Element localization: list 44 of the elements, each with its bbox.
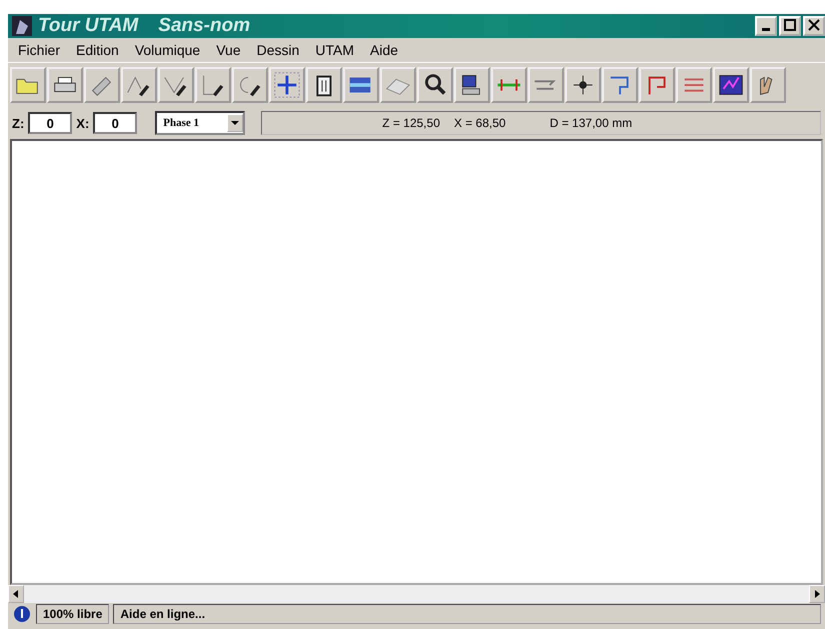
close-icon <box>808 19 820 31</box>
scroll-right-button[interactable] <box>809 585 825 603</box>
menu-item[interactable]: Edition <box>70 41 125 59</box>
move-icon[interactable] <box>269 67 305 103</box>
dimension-icon[interactable] <box>491 67 527 103</box>
profile-icon[interactable] <box>602 67 638 103</box>
app-icon <box>12 16 32 36</box>
menu-item[interactable]: Dessin <box>250 41 306 59</box>
field-label: X: <box>76 116 90 130</box>
menu-item[interactable]: Fichier <box>12 41 66 59</box>
maximize-button[interactable] <box>779 16 801 36</box>
stack-icon[interactable] <box>676 67 712 103</box>
minimize-icon <box>762 28 770 31</box>
minimize-button[interactable] <box>755 16 777 36</box>
memory-status: 100% libre <box>36 604 110 624</box>
printer-icon[interactable] <box>47 67 83 103</box>
status-message: Aide en ligne... <box>113 604 821 624</box>
menu-item[interactable]: Aide <box>364 41 404 59</box>
close-button[interactable] <box>803 16 825 36</box>
layers-icon[interactable] <box>343 67 379 103</box>
pen-arc-icon[interactable] <box>232 67 268 103</box>
coordinate-field[interactable]: 0 <box>93 112 138 134</box>
document-name: Sans-nom <box>158 15 250 37</box>
coordinate-readout: X = 68,50 <box>454 116 506 130</box>
coordinate-readout: Z = 125,50 <box>382 116 440 130</box>
search-icon[interactable] <box>417 67 453 103</box>
coordinate-readout: D = 137,00 mm <box>550 116 632 130</box>
coordinate-field[interactable]: 0 <box>28 112 72 134</box>
phase-dropdown[interactable]: Phase 1 <box>155 111 246 135</box>
chart-icon[interactable] <box>713 67 749 103</box>
maximize-icon <box>784 19 796 31</box>
info-icon <box>12 605 32 623</box>
menu-item[interactable]: Vue <box>210 41 247 59</box>
folder-icon[interactable] <box>10 67 46 103</box>
profile-icon[interactable] <box>639 67 675 103</box>
computer-icon[interactable] <box>454 67 490 103</box>
target-icon[interactable] <box>565 67 601 103</box>
trash-icon[interactable] <box>306 67 342 103</box>
window-title: Tour UTAM <box>38 15 138 37</box>
scroll-left-button[interactable] <box>8 585 24 603</box>
menu-item[interactable]: Volumique <box>128 41 206 59</box>
field-label: Z: <box>12 116 24 130</box>
caret-icon <box>231 120 240 126</box>
menu-item[interactable]: UTAM <box>309 41 360 59</box>
